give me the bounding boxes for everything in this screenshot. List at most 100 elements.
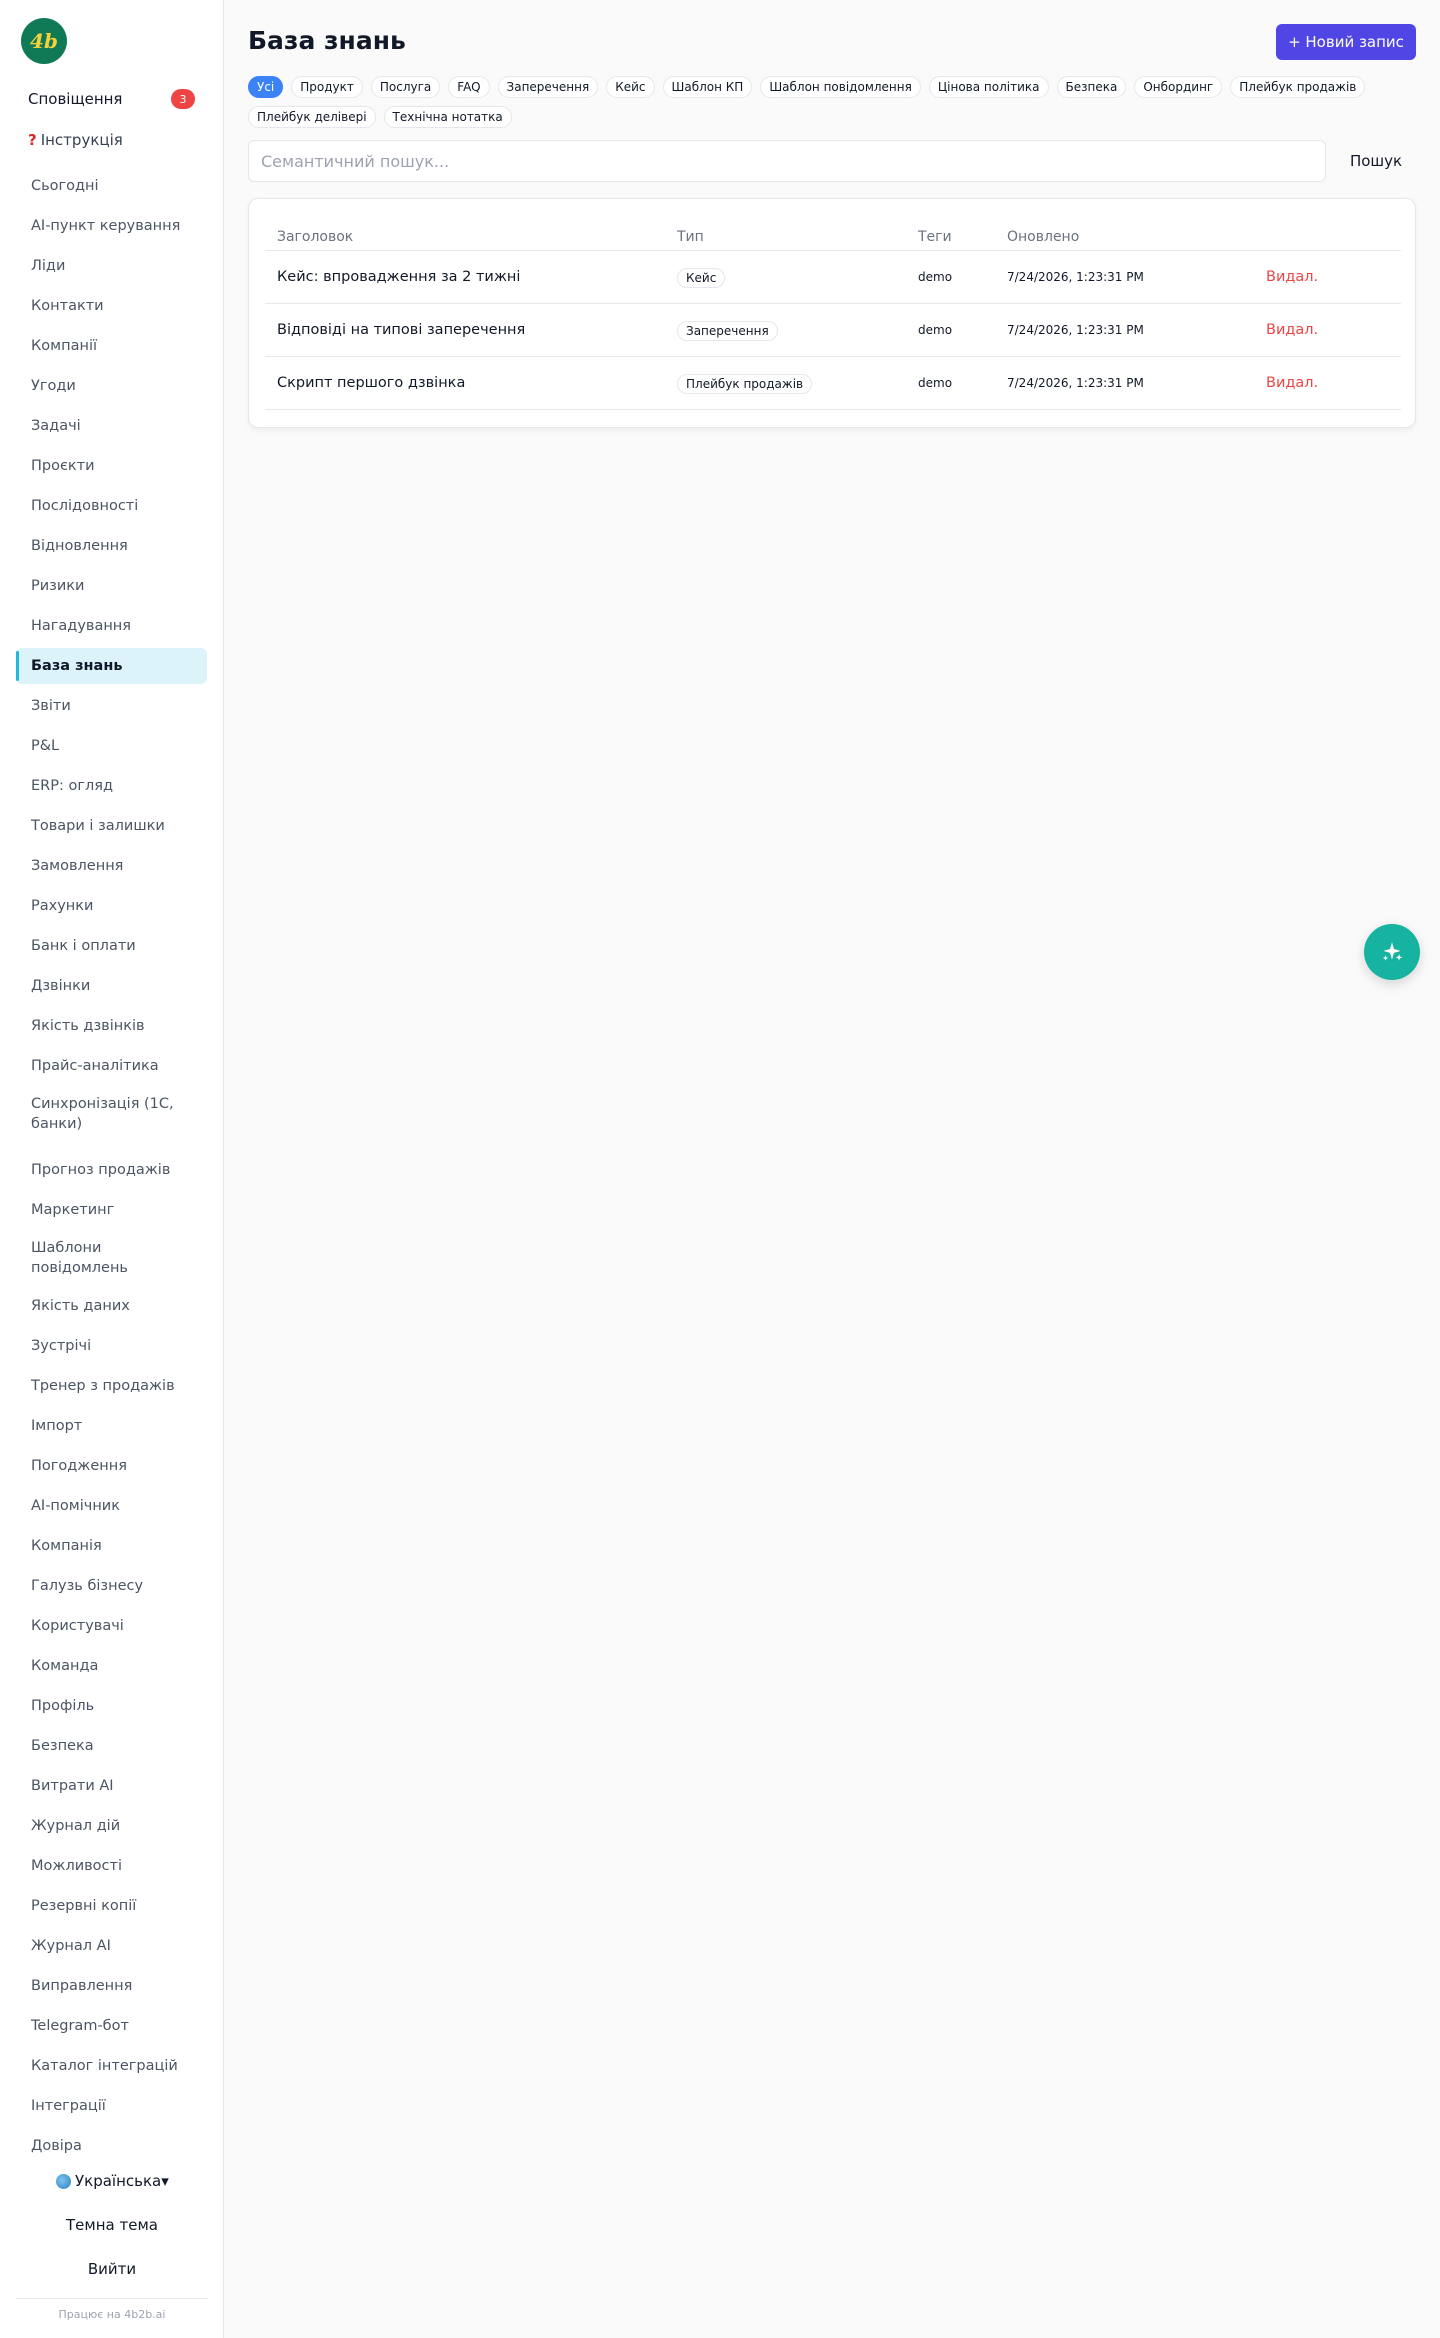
sidebar-item-20[interactable]: Дзвінки xyxy=(16,968,207,1004)
search-button[interactable]: Пошук xyxy=(1336,140,1416,182)
sidebar-item-48[interactable]: Довіра xyxy=(16,2128,207,2164)
filter-chip-4[interactable]: Заперечення xyxy=(497,76,599,98)
notifications-link[interactable]: Сповіщення 3 xyxy=(28,87,195,111)
semantic-search-input[interactable] xyxy=(248,140,1326,182)
filter-chip-12[interactable]: Плейбук деліверi xyxy=(248,106,376,128)
sidebar-item-21[interactable]: Якість дзвінків xyxy=(16,1008,207,1044)
ai-assistant-button[interactable] xyxy=(1364,924,1420,980)
language-label: Українська▾ xyxy=(75,2172,169,2190)
question-icon: ? xyxy=(28,131,37,149)
sidebar-item-12[interactable]: База знань xyxy=(16,648,207,684)
sidebar-item-7[interactable]: Проєкти xyxy=(16,448,207,484)
sidebar-item-45[interactable]: Telegram-бот xyxy=(16,2008,207,2044)
sidebar-item-38[interactable]: Безпека xyxy=(16,1728,207,1764)
sidebar-item-11[interactable]: Нагадування xyxy=(16,608,207,644)
sidebar-item-35[interactable]: Користувачі xyxy=(16,1608,207,1644)
table-row[interactable]: Відповіді на типові заперечення Заперечен… xyxy=(265,304,1401,357)
help-link[interactable]: ? Інструкція xyxy=(28,128,123,152)
delete-link[interactable]: Видал. xyxy=(1266,375,1318,391)
filter-chip-5[interactable]: Кейс xyxy=(606,76,655,98)
notifications-count-badge: 3 xyxy=(171,89,195,109)
sidebar-item-24[interactable]: Прогноз продажів xyxy=(16,1152,207,1188)
sidebar-item-30[interactable]: Імпорт xyxy=(16,1408,207,1444)
sidebar-item-31[interactable]: Погодження xyxy=(16,1448,207,1484)
table-body: Кейс: впровадження за 2 тижні Кейс demo 7/2… xyxy=(265,251,1401,410)
sidebar-item-29[interactable]: Тренер з продажів xyxy=(16,1368,207,1404)
column-header-updated: Оновлено xyxy=(1007,228,1080,245)
sidebar-item-5[interactable]: Угоди xyxy=(16,368,207,404)
column-header-type: Тип xyxy=(677,228,704,245)
sidebar-item-17[interactable]: Замовлення xyxy=(16,848,207,884)
sidebar-item-37[interactable]: Профіль xyxy=(16,1688,207,1724)
sidebar-item-33[interactable]: Компанія xyxy=(16,1528,207,1564)
filter-chip-0[interactable]: Усі xyxy=(248,76,284,98)
sidebar-item-36[interactable]: Команда xyxy=(16,1648,207,1684)
column-header-tags: Теги xyxy=(918,228,952,245)
row-type-cell: Плейбук продажів xyxy=(665,373,906,394)
row-title[interactable]: Скрипт першого дзвінка xyxy=(265,375,665,391)
table-row[interactable]: Кейс: впровадження за 2 тижні Кейс demo 7/2… xyxy=(265,251,1401,304)
new-entry-button[interactable]: + Новий запис xyxy=(1276,24,1416,60)
sidebar-item-2[interactable]: Ліди xyxy=(16,248,207,284)
sidebar-item-14[interactable]: P&L xyxy=(16,728,207,764)
notifications-label: Сповіщення xyxy=(28,90,123,108)
filter-chip-6[interactable]: Шаблон КП xyxy=(662,76,753,98)
sidebar: 4b Сповіщення 3 ? Інструкція Сьогодні AI-… xyxy=(0,0,224,2338)
sidebar-item-26[interactable]: Шаблони повідомлень xyxy=(16,1232,207,1284)
sidebar-item-0[interactable]: Сьогодні xyxy=(16,168,207,204)
row-updated: 7/24/2026, 1:23:31 PM xyxy=(1007,270,1144,284)
sidebar-item-32[interactable]: AI-помічник xyxy=(16,1488,207,1524)
logout-button[interactable]: Вийти xyxy=(0,2260,224,2278)
row-tags: demo xyxy=(918,323,953,337)
filter-chip-1[interactable]: Продукт xyxy=(291,76,363,98)
sidebar-item-44[interactable]: Виправлення xyxy=(16,1968,207,2004)
language-selector[interactable]: Українська▾ xyxy=(56,2172,169,2190)
row-title[interactable]: Кейс: впровадження за 2 тижні xyxy=(265,269,665,285)
powered-by: Працює на 4b2b.ai xyxy=(58,2308,166,2321)
row-updated: 7/24/2026, 1:23:31 PM xyxy=(1007,323,1144,337)
table-row[interactable]: Скрипт першого дзвінка Плейбук продажів de… xyxy=(265,357,1401,410)
sidebar-item-1[interactable]: AI-пункт керування xyxy=(16,208,207,244)
sidebar-nav: Сьогодні AI-пункт керування Ліди Контакти Ко… xyxy=(16,168,207,2168)
sidebar-item-18[interactable]: Рахунки xyxy=(16,888,207,924)
filter-chip-7[interactable]: Шаблон повідомлення xyxy=(760,76,921,98)
sidebar-item-41[interactable]: Можливості xyxy=(16,1848,207,1884)
sidebar-item-16[interactable]: Товари і залишки xyxy=(16,808,207,844)
sidebar-item-10[interactable]: Ризики xyxy=(16,568,207,604)
filter-chip-10[interactable]: Онбординг xyxy=(1134,76,1223,98)
sidebar-item-40[interactable]: Журнал дій xyxy=(16,1808,207,1844)
sidebar-item-6[interactable]: Задачі xyxy=(16,408,207,444)
row-actions: Видал. xyxy=(1254,322,1401,338)
sidebar-item-34[interactable]: Галузь бізнесу xyxy=(16,1568,207,1604)
filter-chip-11[interactable]: Плейбук продажів xyxy=(1230,76,1366,98)
filter-chip-13[interactable]: Технічна нотатка xyxy=(383,106,512,128)
sidebar-item-15[interactable]: ERP: огляд xyxy=(16,768,207,804)
sidebar-item-39[interactable]: Витрати AI xyxy=(16,1768,207,1804)
sidebar-item-8[interactable]: Послідовності xyxy=(16,488,207,524)
sidebar-item-46[interactable]: Каталог інтеграцій xyxy=(16,2048,207,2084)
sidebar-item-9[interactable]: Відновлення xyxy=(16,528,207,564)
table-header: Заголовок Тип Теги Оновлено xyxy=(265,215,1401,251)
sidebar-item-13[interactable]: Звіти xyxy=(16,688,207,724)
filter-chip-3[interactable]: FAQ xyxy=(448,76,490,98)
filter-chip-8[interactable]: Цінова політика xyxy=(928,76,1049,98)
sidebar-item-43[interactable]: Журнал AI xyxy=(16,1928,207,1964)
sidebar-item-25[interactable]: Маркетинг xyxy=(16,1192,207,1228)
sidebar-item-23[interactable]: Синхронізація (1С, банки) xyxy=(16,1088,207,1140)
dark-theme-toggle[interactable]: Темна тема xyxy=(0,2216,224,2234)
sidebar-item-28[interactable]: Зустрічі xyxy=(16,1328,207,1364)
row-type-cell: Кейс xyxy=(665,267,906,288)
sidebar-item-19[interactable]: Банк і оплати xyxy=(16,928,207,964)
delete-link[interactable]: Видал. xyxy=(1266,269,1318,285)
sidebar-item-3[interactable]: Контакти xyxy=(16,288,207,324)
sidebar-item-27[interactable]: Якість даних xyxy=(16,1288,207,1324)
sidebar-item-42[interactable]: Резервні копії xyxy=(16,1888,207,1924)
row-title[interactable]: Відповіді на типові заперечення xyxy=(265,322,665,338)
sidebar-item-4[interactable]: Компанії xyxy=(16,328,207,364)
filter-chip-2[interactable]: Послуга xyxy=(370,76,441,98)
filter-chip-9[interactable]: Безпека xyxy=(1056,76,1127,98)
delete-link[interactable]: Видал. xyxy=(1266,322,1318,338)
brand-logo[interactable]: 4b xyxy=(21,18,67,64)
sidebar-item-22[interactable]: Прайс-аналітика xyxy=(16,1048,207,1084)
sidebar-item-47[interactable]: Інтеграції xyxy=(16,2088,207,2124)
